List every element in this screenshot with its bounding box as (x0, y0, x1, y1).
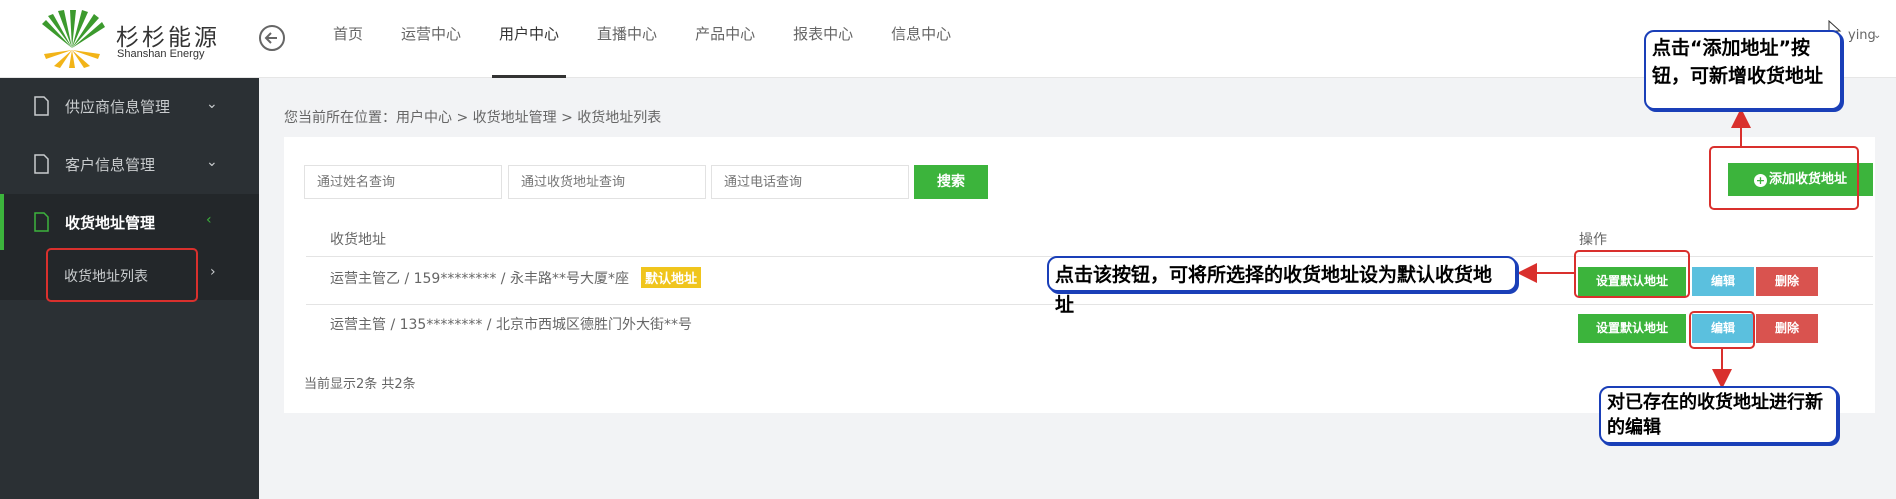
logo-mark-icon (42, 10, 105, 68)
collapse-back-button[interactable] (259, 25, 285, 51)
top-header: 杉杉能源 Shanshan Energy 首页 运营中心 用户中心 直播中心 产… (0, 0, 1896, 78)
pagination-summary: 当前显示2条 共2条 (304, 377, 416, 392)
set-default-button[interactable]: 设置默认地址 (1578, 314, 1686, 343)
document-icon (34, 96, 49, 116)
search-button[interactable]: 搜索 (914, 165, 988, 199)
nav-item-operations[interactable]: 运营中心 (382, 0, 480, 78)
logo[interactable]: 杉杉能源 Shanshan Energy (36, 8, 226, 68)
name-search-input[interactable] (304, 165, 502, 199)
chevron-down-icon[interactable]: ⌄ (1873, 30, 1881, 41)
sidebar-item-customer-info[interactable]: 客户信息管理 ⌄ (0, 136, 259, 194)
logo-text-en: Shanshan Energy (117, 48, 205, 60)
callout-edit: 对已存在的收货地址进行新的编辑 (1599, 386, 1838, 444)
default-address-badge: 默认地址 (640, 267, 701, 288)
active-indicator (0, 194, 4, 252)
nav-item-products[interactable]: 产品中心 (676, 0, 774, 78)
chevron-right-icon: › (210, 264, 216, 280)
sidebar-item-address-management[interactable]: 收货地址管理 ‹ (0, 194, 259, 252)
sidebar-item-label: 供应商信息管理 (65, 98, 171, 116)
chevron-down-icon: ⌄ (206, 154, 218, 170)
nav-item-info[interactable]: 信息中心 (872, 0, 970, 78)
document-icon (34, 154, 49, 174)
nav-item-users[interactable]: 用户中心 (480, 0, 578, 78)
address-text: 运营主管乙 / 159******** / 永丰路**号大厦*座 (330, 271, 629, 287)
highlight-frame-edit (1689, 311, 1755, 349)
sidebar-item-label: 收货地址管理 (65, 214, 156, 232)
highlight-frame-add-button (1709, 146, 1859, 210)
callout-set-default: 点击该按钮，可将所选择的收货地址设为默认收货地址 (1047, 256, 1517, 316)
divider (306, 304, 1873, 305)
arrow-left-icon (264, 32, 277, 44)
chevron-down-icon: ⌄ (206, 96, 218, 112)
main-nav: 首页 运营中心 用户中心 直播中心 产品中心 报表中心 信息中心 (314, 0, 970, 78)
delete-button[interactable]: 删除 (1756, 267, 1818, 296)
logo-text-cn: 杉杉能源 (116, 25, 220, 51)
callout-add-address: 点击“添加地址”按钮，可新增收货地址 (1644, 30, 1842, 110)
table-row: 运营主管乙 / 159******** / 永丰路**号大厦*座 默认地址 (330, 267, 701, 288)
sidebar-item-label: 客户信息管理 (65, 156, 156, 174)
highlight-frame-set-default (1574, 250, 1690, 298)
document-icon (34, 212, 49, 232)
delete-button[interactable]: 删除 (1756, 314, 1818, 343)
highlight-frame-address-list (46, 248, 198, 302)
address-search-input[interactable] (508, 165, 706, 199)
breadcrumb: 您当前所在位置：用户中心 > 收货地址管理 > 收货地址列表 (284, 110, 662, 126)
column-header-address: 收货地址 (330, 232, 386, 248)
sidebar-item-supplier-info[interactable]: 供应商信息管理 ⌄ (0, 78, 259, 136)
nav-item-reports[interactable]: 报表中心 (774, 0, 872, 78)
nav-item-home[interactable]: 首页 (314, 0, 382, 78)
nav-item-live[interactable]: 直播中心 (578, 0, 676, 78)
table-row: 运营主管 / 135******** / 北京市西城区德胜门外大街**号 (330, 314, 692, 334)
user-name[interactable]: ying (1848, 28, 1876, 43)
edit-button[interactable]: 编辑 (1692, 267, 1754, 296)
column-header-operations: 操作 (1579, 232, 1607, 248)
address-text: 运营主管 / 135******** / 北京市西城区德胜门外大街**号 (330, 317, 692, 333)
chevron-left-icon: ‹ (206, 212, 212, 228)
phone-search-input[interactable] (711, 165, 909, 199)
